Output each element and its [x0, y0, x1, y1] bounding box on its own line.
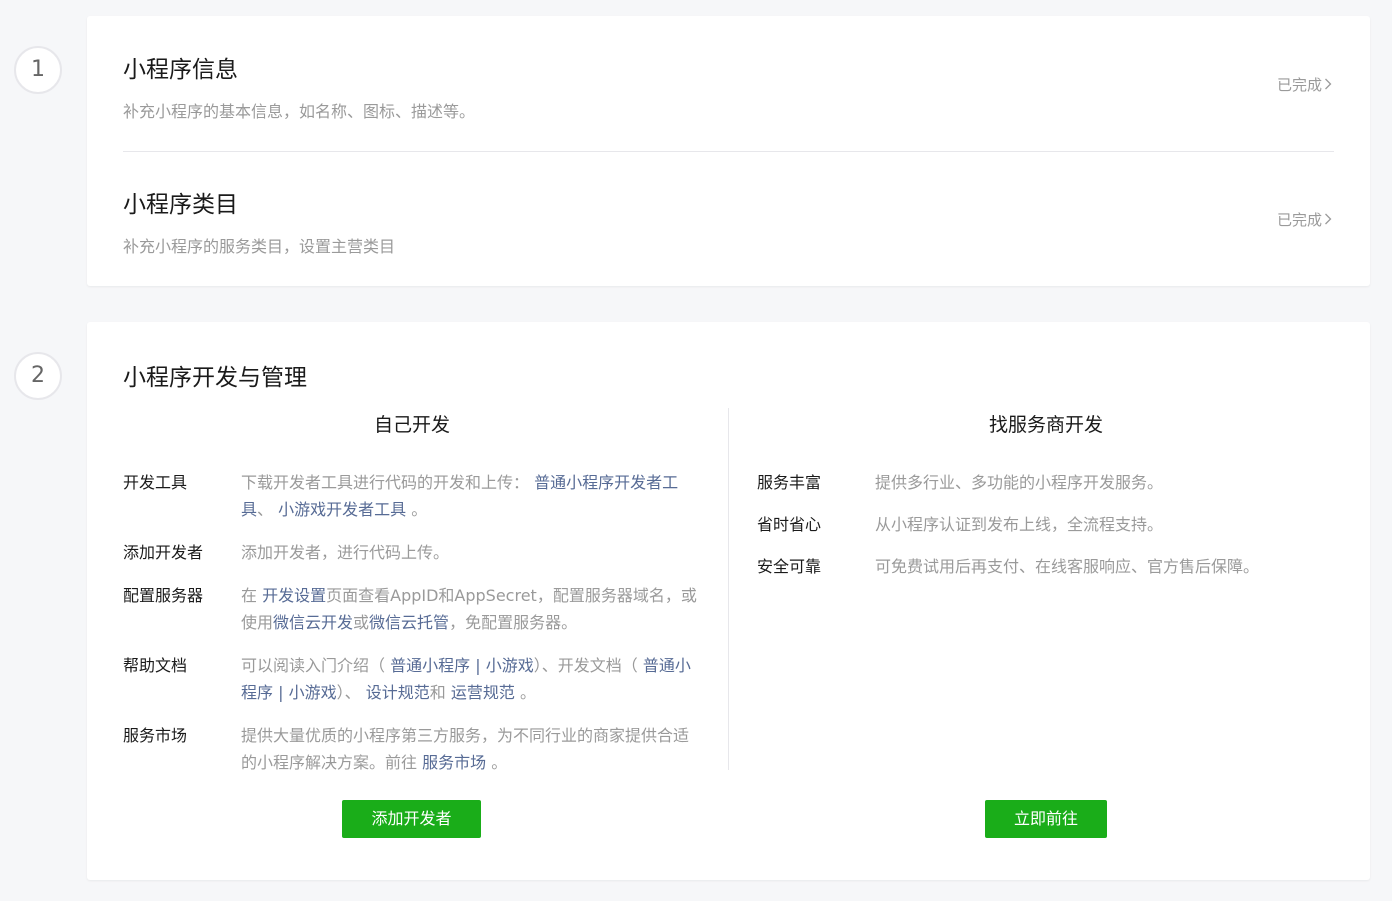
- text-part: 。: [519, 683, 536, 702]
- list-item-service-market: 服务市场 提供大量优质的小程序第三方服务，为不同行业的商家提供合适的小程序解决方…: [123, 722, 701, 776]
- category-status-link[interactable]: 已完成: [1277, 209, 1332, 230]
- item-text: 提供多行业、多功能的小程序开发服务。: [875, 473, 1164, 492]
- provider-dev-column: 找服务商开发 服务丰富 提供多行业、多功能的小程序开发服务。 省时省心 从小程序…: [757, 410, 1335, 596]
- item-text: 下载开发者工具进行代码的开发和上传： 普通小程序开发者工具、 小游戏开发者工具 …: [241, 469, 701, 523]
- text-part: 下载开发者工具进行代码的开发和上传：: [241, 473, 530, 492]
- mini-program-category-row: 小程序类目 补充小程序的服务类目，设置主营类目 已完成: [123, 185, 1334, 257]
- column-divider: [728, 408, 729, 770]
- step-number-1: 1: [14, 46, 62, 94]
- link-cloud-dev[interactable]: 微信云开发: [273, 613, 353, 632]
- link-ops-spec[interactable]: 运营规范: [451, 683, 515, 702]
- list-item-server-config: 配置服务器 在 开发设置页面查看AppID和AppSecret，配置服务器域名，…: [123, 582, 701, 636]
- item-text: 在 开发设置页面查看AppID和AppSecret，配置服务器域名，或使用微信云…: [241, 582, 701, 636]
- row-title: 小程序类目: [123, 192, 238, 218]
- link-game-devtools[interactable]: 小游戏开发者工具: [278, 500, 406, 519]
- status-label: 已完成: [1276, 76, 1322, 94]
- item-label: 省时省心: [757, 515, 822, 534]
- link-service-market[interactable]: 服务市场: [422, 753, 486, 772]
- text-part: ）、: [336, 683, 361, 702]
- item-label: 安全可靠: [757, 557, 822, 576]
- add-developer-button[interactable]: 添加开发者: [342, 800, 481, 838]
- link-cloud-hosting[interactable]: 微信云托管: [369, 613, 449, 632]
- list-item-time-saving: 省时省心 从小程序认证到发布上线，全流程支持。: [757, 511, 1335, 538]
- link-separator: |: [278, 683, 284, 702]
- chevron-right-icon: [1324, 211, 1332, 229]
- list-item-help-docs: 帮助文档 可以阅读入门介绍（ 普通小程序 | 小游戏）、开发文档（ 普通小程序 …: [123, 652, 701, 706]
- link-docs-game[interactable]: 小游戏: [289, 683, 337, 702]
- list-item-dev-tools: 开发工具 下载开发者工具进行代码的开发和上传： 普通小程序开发者工具、 小游戏开…: [123, 469, 701, 523]
- text-part: 或: [353, 613, 370, 632]
- text-part: ）、开发文档（: [533, 656, 638, 675]
- row-title: 小程序信息: [123, 57, 238, 83]
- list-item-secure: 安全可靠 可免费试用后再支付、在线客服响应、官方售后保障。: [757, 553, 1335, 580]
- item-label: 添加开发者: [123, 543, 204, 562]
- info-status-link[interactable]: 已完成: [1277, 74, 1332, 95]
- row-desc: 补充小程序的服务类目，设置主营类目: [123, 237, 396, 256]
- text-part: 、: [257, 500, 274, 519]
- link-dev-settings[interactable]: 开发设置: [262, 586, 326, 605]
- text-part: 可以阅读入门介绍（: [241, 656, 386, 675]
- item-label: 服务丰富: [757, 473, 822, 492]
- item-text: 从小程序认证到发布上线，全流程支持。: [875, 515, 1164, 534]
- provider-dev-title: 找服务商开发: [988, 414, 1103, 436]
- text-part: 添加开发者，进行代码上传。: [241, 543, 450, 562]
- link-separator: |: [475, 656, 481, 675]
- list-item-add-developer: 添加开发者 添加开发者，进行代码上传。: [123, 539, 701, 566]
- text-part: ，免配置服务器。: [449, 613, 578, 632]
- item-text: 可以阅读入门介绍（ 普通小程序 | 小游戏）、开发文档（ 普通小程序 | 小游戏…: [241, 652, 701, 706]
- self-dev-title: 自己开发: [373, 414, 450, 436]
- item-label: 配置服务器: [123, 586, 204, 605]
- dev-card: 小程序开发与管理 自己开发 开发工具 下载开发者工具进行代码的开发和上传： 普通…: [87, 322, 1370, 880]
- link-intro-game[interactable]: 小游戏: [486, 656, 534, 675]
- item-label: 开发工具: [123, 473, 188, 492]
- status-label: 已完成: [1276, 211, 1322, 229]
- chevron-right-icon: [1324, 76, 1332, 94]
- item-text: 可免费试用后再支付、在线客服响应、官方售后保障。: [875, 557, 1260, 576]
- item-label: 服务市场: [123, 726, 188, 745]
- text-part: 。: [411, 500, 428, 519]
- row-desc: 补充小程序的基本信息，如名称、图标、描述等。: [123, 102, 476, 121]
- list-item-rich-services: 服务丰富 提供多行业、多功能的小程序开发服务。: [757, 469, 1335, 496]
- item-text: 添加开发者，进行代码上传。: [241, 539, 701, 566]
- item-label: 帮助文档: [123, 656, 188, 675]
- go-now-button[interactable]: 立即前往: [985, 800, 1107, 838]
- row-divider: [123, 151, 1334, 152]
- text-part: 和: [429, 683, 446, 702]
- dev-card-title: 小程序开发与管理: [123, 365, 307, 391]
- link-design-spec[interactable]: 设计规范: [366, 683, 430, 702]
- item-text: 提供大量优质的小程序第三方服务，为不同行业的商家提供合适的小程序解决方案。前往 …: [241, 722, 701, 776]
- step-number-2: 2: [14, 352, 62, 400]
- text-part: 在: [241, 586, 258, 605]
- text-part: 。: [491, 753, 508, 772]
- info-card: 小程序信息 补充小程序的基本信息，如名称、图标、描述等。 已完成 小程序类目 补…: [87, 16, 1370, 286]
- self-dev-column: 自己开发 开发工具 下载开发者工具进行代码的开发和上传： 普通小程序开发者工具、…: [123, 410, 701, 792]
- link-intro-normal[interactable]: 普通小程序: [390, 656, 470, 675]
- mini-program-info-row: 小程序信息 补充小程序的基本信息，如名称、图标、描述等。 已完成: [123, 50, 1334, 122]
